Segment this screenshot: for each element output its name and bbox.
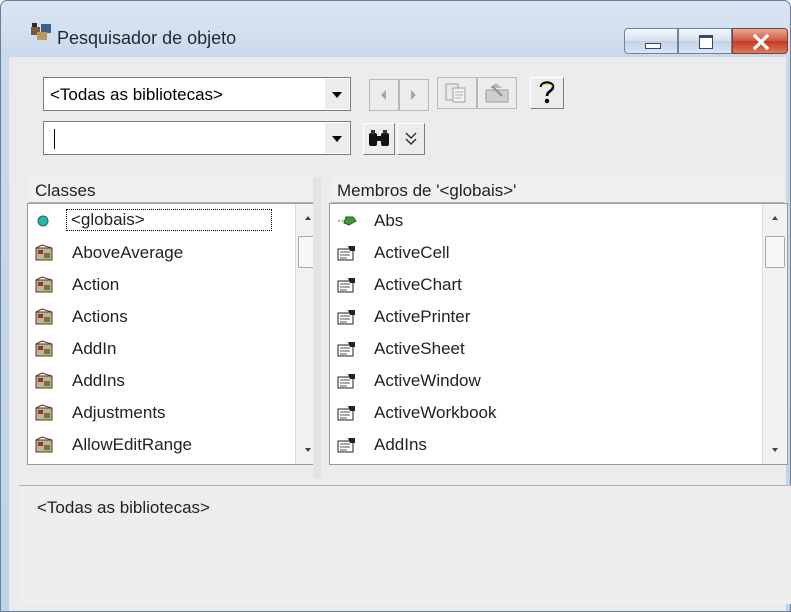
class-item-label: Adjustments [72, 403, 166, 422]
search-combo-dropdown-icon[interactable] [325, 123, 349, 153]
members-header: Membros de '<globais>' [331, 177, 784, 203]
library-combo[interactable]: <Todas as bibliotecas> [43, 77, 351, 111]
back-button[interactable] [369, 79, 399, 111]
member-item[interactable]: ActivePrinter [330, 301, 767, 333]
class-item-label: <globais> [66, 209, 272, 231]
view-definition-button[interactable] [477, 77, 517, 109]
forward-button[interactable] [399, 79, 429, 111]
class-item-label: AboveAverage [72, 243, 184, 262]
copy-button[interactable] [437, 77, 477, 109]
member-item[interactable]: AddIns [330, 429, 767, 461]
class-item-label: AllowEditRange [72, 435, 193, 454]
class-item[interactable]: <globais> [28, 205, 300, 237]
help-icon [539, 81, 555, 104]
close-button[interactable] [732, 28, 788, 54]
back-arrow-icon [381, 90, 386, 100]
globals-icon [34, 212, 56, 230]
property-icon [336, 436, 358, 454]
search-combo[interactable] [43, 121, 351, 155]
class-item[interactable]: AddIns [28, 365, 300, 397]
class-item-label: AddIn [72, 339, 117, 358]
class-module-icon [34, 244, 56, 262]
library-combo-dropdown-icon[interactable] [325, 79, 349, 109]
member-item[interactable]: ActiveWindow [330, 365, 767, 397]
member-item-label: ActiveSheet [374, 339, 465, 358]
window-title: Pesquisador de objeto [57, 28, 237, 48]
member-item-label: ActiveChart [374, 275, 462, 294]
view-definition-icon [485, 83, 509, 103]
member-item[interactable]: ActiveCell [330, 237, 767, 269]
search-button[interactable] [363, 123, 395, 155]
scroll-down-icon[interactable] [303, 446, 313, 454]
member-item[interactable]: ActiveChart [330, 269, 767, 301]
class-item-label: Actions [72, 307, 128, 326]
members-list[interactable]: Abs ActiveCell ActiveChart ActivePrinter Act… [329, 203, 788, 465]
minimize-icon [645, 43, 661, 49]
property-icon [336, 308, 358, 326]
details-text: <Todas as bibliotecas> [37, 498, 210, 517]
classes-list[interactable]: <globais> AboveAverage Action Actions AddIn A… [27, 203, 321, 465]
copy-to-clipboard-icon [445, 83, 466, 103]
member-list-scrollbar[interactable] [762, 204, 787, 464]
property-icon [336, 276, 358, 294]
binoculars-icon [369, 130, 389, 146]
member-item[interactable]: ActiveSheet [330, 333, 767, 365]
forward-arrow-icon [411, 90, 416, 100]
help-button[interactable] [530, 77, 564, 109]
title-bar[interactable]: Pesquisador de objeto [1, 1, 790, 54]
object-browser-window: Pesquisador de objeto <Todas as bibliote… [0, 0, 791, 612]
library-combo-value: <Todas as bibliotecas> [50, 85, 223, 104]
pane-splitter[interactable] [313, 177, 321, 479]
class-module-icon [34, 404, 56, 422]
text-cursor [54, 129, 55, 149]
maximize-icon [699, 35, 713, 49]
maximize-button[interactable] [678, 28, 732, 54]
property-icon [336, 340, 358, 358]
minimize-button[interactable] [624, 28, 678, 54]
property-icon [336, 404, 358, 422]
property-icon [336, 244, 358, 262]
classes-header: Classes [29, 177, 319, 203]
class-module-icon [34, 372, 56, 390]
class-item[interactable]: AboveAverage [28, 237, 300, 269]
scroll-down-icon[interactable] [770, 446, 780, 454]
member-item-label: ActiveWindow [374, 371, 481, 390]
member-item-label: ActiveCell [374, 243, 450, 262]
caption-buttons [624, 28, 788, 56]
member-item-label: AddIns [374, 435, 427, 454]
class-module-icon [34, 308, 56, 326]
scroll-up-icon[interactable] [303, 214, 313, 222]
toggle-search-results-button[interactable] [397, 123, 425, 155]
member-item-label: ActivePrinter [374, 307, 471, 326]
class-item[interactable]: AddIn [28, 333, 300, 365]
chevron-down-double-icon [405, 132, 417, 146]
property-icon [336, 372, 358, 390]
details-pane: <Todas as bibliotecas> [19, 485, 791, 604]
member-item-label: ActiveWorkbook [374, 403, 497, 422]
class-item[interactable]: AllowEditRange [28, 429, 300, 461]
object-browser-icon [31, 23, 51, 40]
class-item[interactable]: Adjustments [28, 397, 300, 429]
class-item-label: Action [72, 275, 120, 294]
class-item-label: AddIns [72, 371, 125, 390]
scroll-up-icon[interactable] [770, 214, 780, 222]
class-item[interactable]: Action [28, 269, 300, 301]
member-item[interactable]: Abs [330, 205, 767, 237]
class-item[interactable]: Actions [28, 301, 300, 333]
method-icon [336, 212, 358, 230]
member-item-label: Abs [374, 211, 404, 230]
member-item[interactable]: ActiveWorkbook [330, 397, 767, 429]
class-module-icon [34, 276, 56, 294]
class-module-icon [34, 340, 56, 358]
scrollbar-thumb[interactable] [765, 236, 785, 268]
class-module-icon [34, 436, 56, 454]
close-icon [752, 33, 770, 51]
